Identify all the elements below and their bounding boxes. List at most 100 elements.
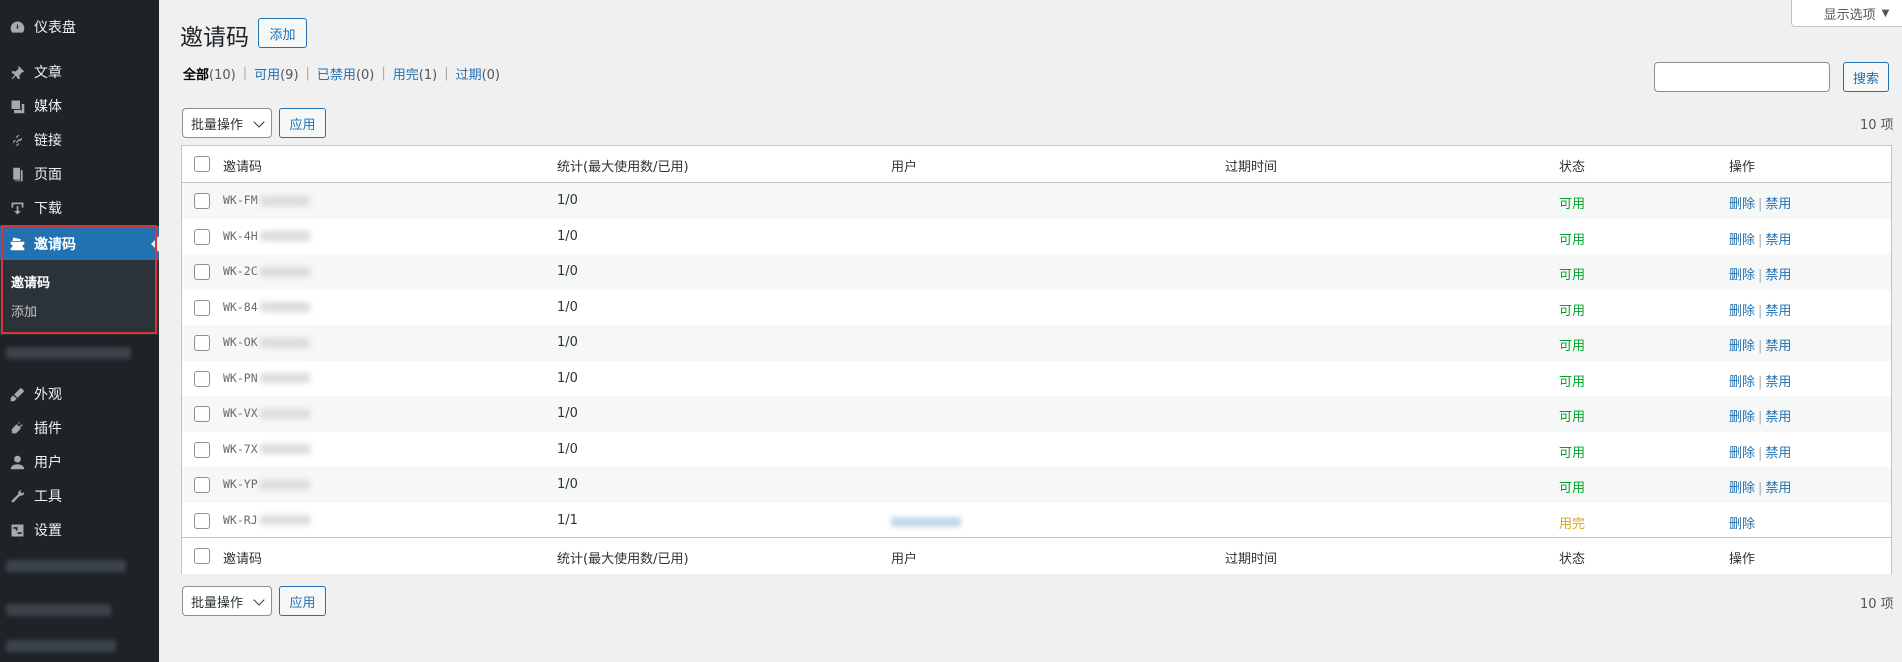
filter-all[interactable]: 全部(10) bbox=[183, 64, 236, 83]
disable-link[interactable]: 禁用 bbox=[1765, 481, 1791, 496]
apply-button-bottom[interactable]: 应用 bbox=[279, 586, 326, 616]
filter-available[interactable]: 可用(9) bbox=[254, 64, 298, 83]
sidebar-item-plugins[interactable]: 插件 bbox=[0, 411, 159, 445]
sidebar-item-posts[interactable]: 文章 bbox=[0, 55, 159, 89]
status-badge: 可用 bbox=[1559, 232, 1586, 248]
submenu-item-add[interactable]: 添加 bbox=[11, 301, 37, 320]
sidebar-item-media[interactable]: 媒体 bbox=[0, 89, 159, 123]
sidebar-item-downloads[interactable]: 下载 bbox=[0, 191, 159, 225]
column-footer-user[interactable]: 用户 bbox=[891, 548, 917, 567]
row-checkbox[interactable] bbox=[194, 299, 210, 316]
wrench-icon bbox=[8, 487, 26, 505]
status-badge: 可用 bbox=[1559, 445, 1586, 461]
disable-link[interactable]: 禁用 bbox=[1765, 375, 1791, 390]
filter-separator: | bbox=[444, 66, 449, 81]
row-checkbox[interactable] bbox=[194, 477, 210, 493]
sidebar-item-settings[interactable]: 设置 bbox=[0, 513, 159, 547]
disable-link[interactable]: 禁用 bbox=[1765, 197, 1791, 212]
column-header-user[interactable]: 用户 bbox=[891, 156, 917, 175]
filter-used-up[interactable]: 用完(1) bbox=[393, 64, 437, 83]
row-checkbox[interactable] bbox=[194, 264, 210, 280]
invite-code-cell: WK-OK bbox=[223, 335, 310, 350]
disable-link[interactable]: 禁用 bbox=[1765, 304, 1791, 319]
delete-link[interactable]: 删除 bbox=[1729, 446, 1755, 461]
add-new-button[interactable]: 添加 bbox=[258, 18, 307, 48]
sidebar-item-label: 工具 bbox=[34, 489, 62, 505]
sidebar-item-pages[interactable]: 页面 bbox=[0, 157, 159, 191]
disable-link[interactable]: 禁用 bbox=[1765, 233, 1791, 248]
invite-code: WK-VX bbox=[223, 406, 258, 420]
delete-link[interactable]: 删除 bbox=[1729, 339, 1755, 354]
submenu-item-invite-codes[interactable]: 邀请码 bbox=[11, 272, 50, 291]
row-checkbox[interactable] bbox=[194, 441, 210, 458]
row-actions: 删除 | 禁用 bbox=[1729, 193, 1791, 212]
column-header-status[interactable]: 状态 bbox=[1559, 156, 1585, 175]
invite-code: WK-OK bbox=[223, 335, 258, 349]
bulk-action-select-bottom[interactable]: 批量操作 bbox=[182, 586, 272, 616]
filter-separator: | bbox=[305, 66, 310, 81]
apply-button-top[interactable]: 应用 bbox=[279, 108, 326, 138]
row-checkbox[interactable] bbox=[194, 228, 210, 245]
filter-expired[interactable]: 过期(0) bbox=[456, 64, 500, 83]
action-separator: | bbox=[1758, 232, 1763, 248]
row-checkbox[interactable] bbox=[194, 370, 210, 387]
admin-sidebar: 仪表盘 文章 媒体 链接 页面 下载 邀请码 邀请码 添加 外观 插件 用户 工… bbox=[0, 0, 159, 662]
invite-code: WK-2C bbox=[223, 264, 258, 278]
select-all-checkbox-bottom[interactable] bbox=[194, 548, 210, 564]
column-footer-stats[interactable]: 统计(最大使用数/已用) bbox=[557, 548, 689, 567]
delete-link[interactable]: 删除 bbox=[1729, 233, 1755, 248]
bulk-action-select-top[interactable]: 批量操作 bbox=[182, 108, 272, 138]
disable-link[interactable]: 禁用 bbox=[1765, 446, 1791, 461]
disable-link[interactable]: 禁用 bbox=[1765, 268, 1791, 283]
row-checkbox[interactable] bbox=[194, 406, 210, 422]
sidebar-item-links[interactable]: 链接 bbox=[0, 123, 159, 157]
sidebar-item-invite-codes[interactable]: 邀请码 bbox=[0, 226, 159, 261]
action-separator: | bbox=[1758, 481, 1763, 496]
column-header-code[interactable]: 邀请码 bbox=[223, 156, 262, 175]
table-row: WK-84 1/0 可用 删除 | 禁用 bbox=[182, 290, 1891, 326]
redacted-user-link[interactable] bbox=[891, 517, 961, 527]
redacted-menu-item bbox=[6, 560, 126, 572]
table-row: WK-VX 1/0 可用 删除 | 禁用 bbox=[182, 396, 1891, 432]
redacted-text bbox=[259, 266, 310, 277]
row-actions: 删除 | 禁用 bbox=[1729, 442, 1791, 461]
sidebar-item-appearance[interactable]: 外观 bbox=[0, 377, 159, 411]
delete-link[interactable]: 删除 bbox=[1729, 268, 1755, 283]
disable-link[interactable]: 禁用 bbox=[1765, 339, 1791, 354]
column-footer-code[interactable]: 邀请码 bbox=[223, 548, 262, 567]
invite-code: WK-4H bbox=[223, 228, 258, 243]
table-header-row: 邀请码 统计(最大使用数/已用) 用户 过期时间 状态 操作 bbox=[182, 146, 1891, 183]
delete-link[interactable]: 删除 bbox=[1729, 517, 1755, 532]
screen-options-button[interactable]: 显示选项 ▼ bbox=[1791, 0, 1902, 27]
column-header-expiry[interactable]: 过期时间 bbox=[1225, 156, 1277, 175]
row-checkbox[interactable] bbox=[194, 193, 210, 209]
search-button[interactable]: 搜索 bbox=[1843, 62, 1889, 92]
bulk-action-label: 批量操作 bbox=[191, 595, 244, 611]
search-input[interactable] bbox=[1654, 62, 1830, 92]
delete-link[interactable]: 删除 bbox=[1729, 410, 1755, 425]
action-separator: | bbox=[1758, 268, 1763, 283]
filter-disabled[interactable]: 已禁用(0) bbox=[317, 64, 374, 83]
select-all-checkbox[interactable] bbox=[194, 156, 210, 172]
row-checkbox[interactable] bbox=[194, 335, 210, 351]
stats-cell: 1/0 bbox=[557, 228, 578, 244]
status-badge: 可用 bbox=[1559, 374, 1586, 390]
stats-cell: 1/1 bbox=[557, 512, 578, 528]
delete-link[interactable]: 删除 bbox=[1729, 197, 1755, 212]
sidebar-item-dashboard[interactable]: 仪表盘 bbox=[0, 10, 159, 44]
sidebar-item-users[interactable]: 用户 bbox=[0, 445, 159, 479]
sidebar-item-tools[interactable]: 工具 bbox=[0, 479, 159, 513]
sidebar-item-label: 设置 bbox=[34, 523, 62, 539]
disable-link[interactable]: 禁用 bbox=[1765, 410, 1791, 425]
stats-cell: 1/0 bbox=[557, 477, 578, 492]
row-checkbox[interactable] bbox=[194, 512, 210, 529]
column-header-stats[interactable]: 统计(最大使用数/已用) bbox=[557, 156, 689, 175]
stats-cell: 1/0 bbox=[557, 193, 578, 208]
delete-link[interactable]: 删除 bbox=[1729, 304, 1755, 319]
column-footer-expiry[interactable]: 过期时间 bbox=[1225, 548, 1277, 567]
delete-link[interactable]: 删除 bbox=[1729, 375, 1755, 390]
invite-code-cell: WK-VX bbox=[223, 406, 310, 421]
invite-code-cell: WK-7X bbox=[223, 442, 310, 457]
delete-link[interactable]: 删除 bbox=[1729, 481, 1755, 496]
column-footer-status[interactable]: 状态 bbox=[1559, 548, 1585, 567]
